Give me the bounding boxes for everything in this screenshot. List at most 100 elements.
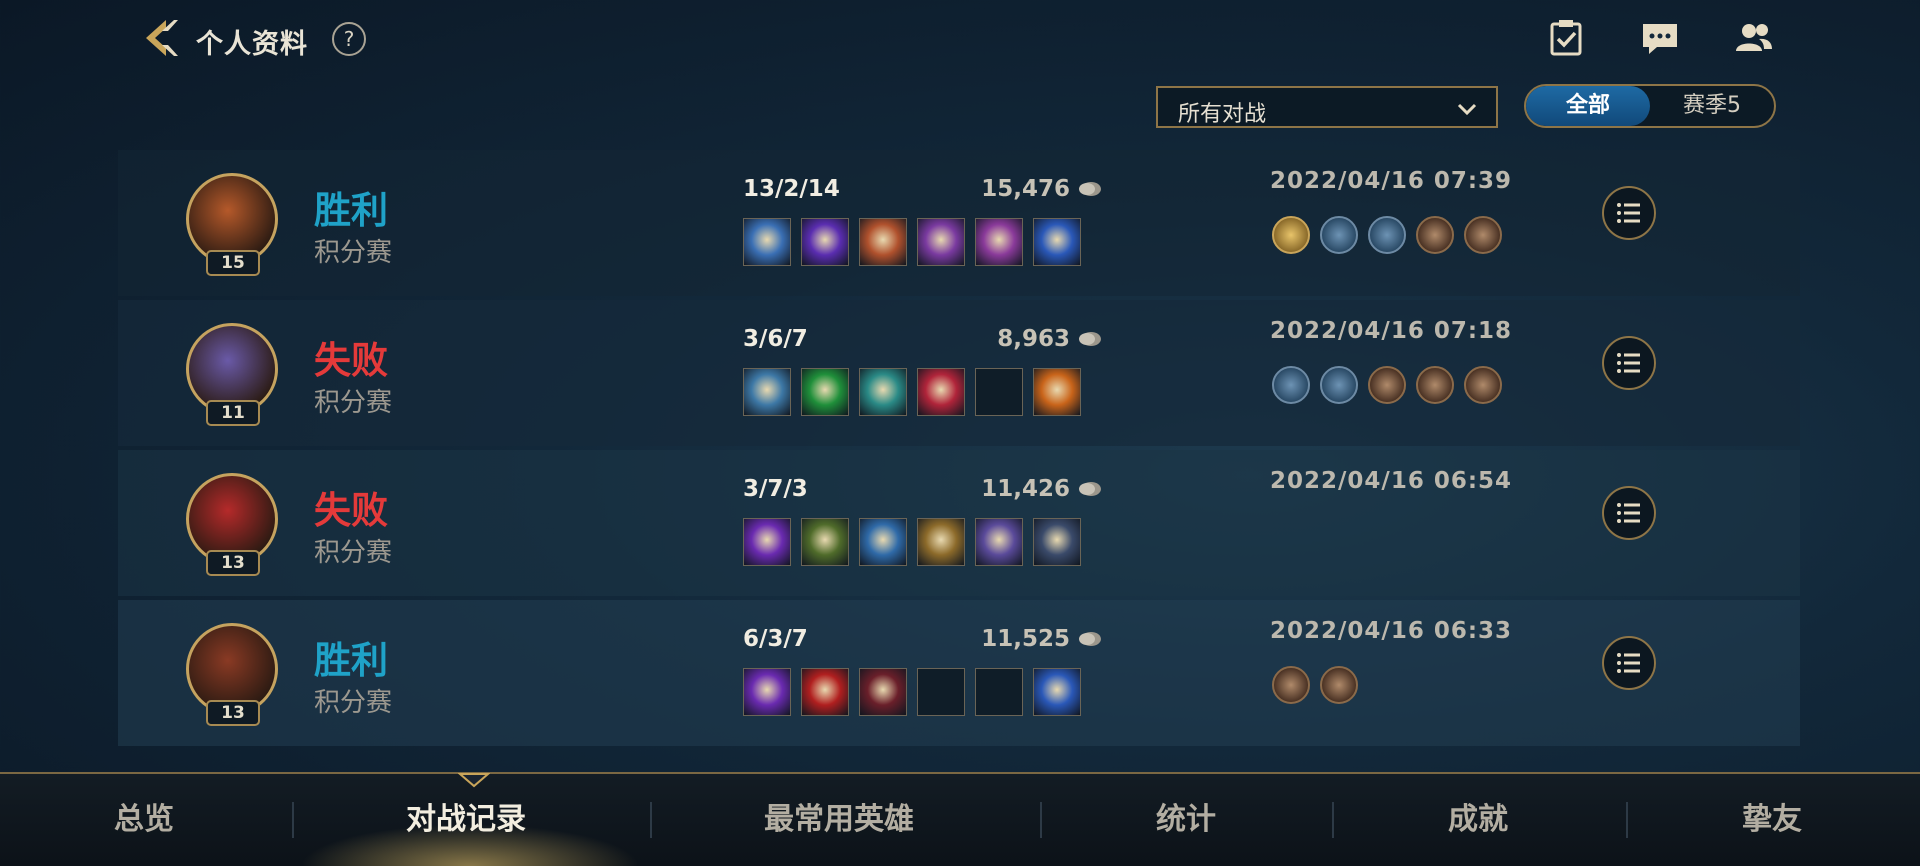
game-mode: 积分赛 bbox=[314, 538, 393, 568]
back-arrow-icon bbox=[146, 20, 178, 56]
heart-badge-icon[interactable] bbox=[1320, 366, 1358, 404]
match-result: 失败 bbox=[314, 489, 388, 532]
chevron-down-icon bbox=[1457, 103, 1477, 116]
item-icon[interactable] bbox=[975, 518, 1023, 566]
active-tab-caret-icon bbox=[458, 773, 490, 788]
item-icon[interactable] bbox=[859, 518, 907, 566]
item-icon[interactable] bbox=[1033, 368, 1081, 416]
tree-badge-icon[interactable] bbox=[1320, 666, 1358, 704]
kda-score: 3/7/3 bbox=[743, 476, 808, 502]
match-details-button[interactable] bbox=[1602, 486, 1656, 540]
champion-level-badge: 11 bbox=[206, 400, 260, 426]
gold-coin-icon bbox=[1078, 480, 1102, 498]
empty-item-slot[interactable] bbox=[917, 668, 965, 716]
tab-overview[interactable]: 总览 bbox=[114, 794, 174, 838]
item-icon[interactable] bbox=[743, 368, 791, 416]
tab-all[interactable]: 全部 bbox=[1526, 86, 1650, 126]
tab-friends[interactable]: 挚友 bbox=[1742, 794, 1802, 838]
match-result: 胜利 bbox=[314, 639, 388, 682]
item-icon[interactable] bbox=[1033, 518, 1081, 566]
item-icon[interactable] bbox=[801, 218, 849, 266]
match-date: 2022/04/16 07:18 bbox=[1270, 318, 1513, 344]
item-icon[interactable] bbox=[801, 668, 849, 716]
item-icon[interactable] bbox=[801, 368, 849, 416]
match-details-button[interactable] bbox=[1602, 636, 1656, 690]
checklist-button[interactable] bbox=[1546, 18, 1586, 58]
item-icon[interactable] bbox=[1033, 218, 1081, 266]
champion-level-badge: 13 bbox=[206, 700, 260, 726]
page-title: 个人资料 bbox=[196, 29, 308, 60]
item-icon[interactable] bbox=[917, 368, 965, 416]
drop-badge-icon[interactable] bbox=[1464, 366, 1502, 404]
match-type-select-value: 所有对战 bbox=[1178, 102, 1267, 127]
gold-earned: 8,963 bbox=[997, 326, 1070, 352]
tab-season-5[interactable]: 赛季5 bbox=[1650, 86, 1774, 126]
three-badge-icon[interactable] bbox=[1320, 216, 1358, 254]
tower-badge-icon[interactable] bbox=[1464, 216, 1502, 254]
kda-score: 6/3/7 bbox=[743, 626, 808, 652]
match-date: 2022/04/16 07:39 bbox=[1270, 168, 1513, 194]
game-mode: 积分赛 bbox=[314, 238, 393, 268]
match-result: 失败 bbox=[314, 339, 388, 382]
item-icon[interactable] bbox=[859, 368, 907, 416]
chat-icon bbox=[1643, 24, 1677, 54]
item-icon[interactable] bbox=[917, 218, 965, 266]
match-details-button[interactable] bbox=[1602, 336, 1656, 390]
item-icon[interactable] bbox=[1033, 668, 1081, 716]
nav-divider bbox=[1332, 802, 1334, 838]
friends-button[interactable] bbox=[1734, 18, 1774, 58]
tab-match-history[interactable]: 对战记录 bbox=[406, 794, 526, 838]
list-icon bbox=[1617, 203, 1640, 223]
tab-stats[interactable]: 统计 bbox=[1156, 794, 1216, 838]
card-badge-icon[interactable] bbox=[1416, 366, 1454, 404]
top-bar: 个人资料 ? bbox=[0, 0, 1920, 80]
item-icon[interactable] bbox=[975, 218, 1023, 266]
tab-top-champions[interactable]: 最常用英雄 bbox=[764, 794, 914, 838]
crown-badge-icon[interactable] bbox=[1416, 216, 1454, 254]
empty-item-slot[interactable] bbox=[975, 668, 1023, 716]
nav-divider bbox=[1626, 802, 1628, 838]
match-row[interactable]: 15 胜利 积分赛 13/2/14 15,476 2022/04/16 07:39 bbox=[118, 150, 1800, 296]
bottom-nav: 总览 对战记录 最常用英雄 统计 成就 挚友 bbox=[0, 772, 1920, 866]
gold-earned: 11,426 bbox=[981, 476, 1070, 502]
gold-coin-icon bbox=[1078, 330, 1102, 348]
tab-achievements[interactable]: 成就 bbox=[1448, 794, 1508, 838]
item-icon[interactable] bbox=[801, 518, 849, 566]
match-date: 2022/04/16 06:54 bbox=[1270, 468, 1513, 494]
game-mode: 积分赛 bbox=[314, 388, 393, 418]
kda-score: 3/6/7 bbox=[743, 326, 808, 352]
match-details-button[interactable] bbox=[1602, 186, 1656, 240]
gold-coin-icon bbox=[1078, 180, 1102, 198]
gold-earned: 15,476 bbox=[981, 176, 1070, 202]
season-segmented-control: 全部 赛季5 bbox=[1524, 84, 1776, 128]
nav-divider bbox=[650, 802, 652, 838]
match-row[interactable]: 11 失败积分赛 3/6/7 8,963 2022/04/16 07:18 bbox=[118, 300, 1800, 446]
crown-badge-icon[interactable] bbox=[1272, 666, 1310, 704]
item-icon[interactable] bbox=[743, 518, 791, 566]
match-row[interactable]: 13 失败积分赛 3/7/3 11,426 2022/04/16 06:54 bbox=[118, 450, 1800, 596]
empty-item-slot[interactable] bbox=[975, 368, 1023, 416]
list-icon bbox=[1617, 653, 1640, 673]
game-mode: 积分赛 bbox=[314, 688, 393, 718]
item-icon[interactable] bbox=[859, 218, 907, 266]
tree-badge-icon[interactable] bbox=[1368, 366, 1406, 404]
s-badge-icon[interactable] bbox=[1272, 216, 1310, 254]
match-type-select[interactable]: 所有对战 bbox=[1156, 86, 1498, 128]
help-button[interactable]: ? bbox=[332, 22, 366, 56]
item-icon[interactable] bbox=[743, 668, 791, 716]
item-icon[interactable] bbox=[743, 218, 791, 266]
kda-score: 13/2/14 bbox=[743, 176, 840, 202]
item-icon[interactable] bbox=[859, 668, 907, 716]
match-row[interactable]: 13 胜利积分赛 6/3/7 11,525 2022/04/16 06:33 bbox=[118, 600, 1800, 746]
list-icon bbox=[1617, 503, 1640, 523]
item-icon[interactable] bbox=[917, 518, 965, 566]
nav-divider bbox=[292, 802, 294, 838]
gold-earned: 11,525 bbox=[981, 626, 1070, 652]
shield-badge-icon[interactable] bbox=[1272, 366, 1310, 404]
match-date: 2022/04/16 06:33 bbox=[1270, 618, 1513, 644]
slash-badge-icon[interactable] bbox=[1368, 216, 1406, 254]
chat-button[interactable] bbox=[1640, 18, 1680, 58]
champion-level-badge: 13 bbox=[206, 550, 260, 576]
match-result: 胜利 bbox=[314, 189, 388, 232]
back-button[interactable] bbox=[138, 16, 182, 60]
